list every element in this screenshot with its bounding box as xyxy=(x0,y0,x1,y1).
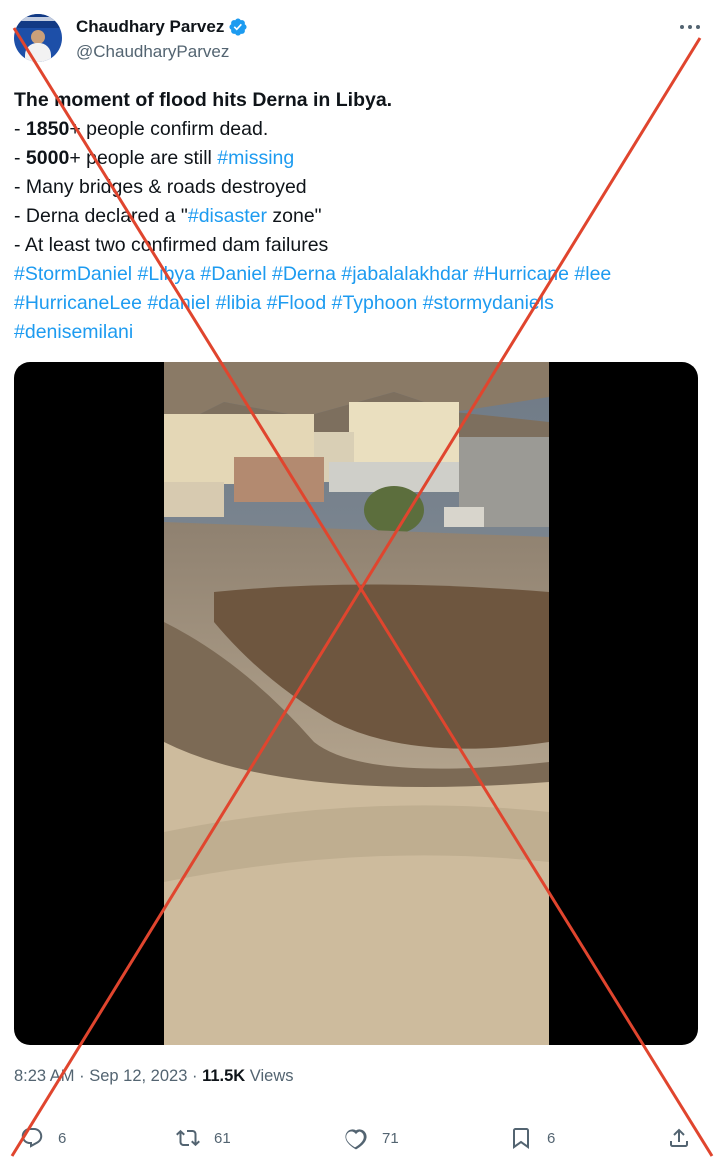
tweet-card: Chaudhary Parvez @ChaudharyParvez The mo… xyxy=(0,0,720,1162)
video-player[interactable] xyxy=(14,362,698,1045)
bookmark-button[interactable]: 6 xyxy=(509,1124,555,1152)
like-count: 71 xyxy=(382,1129,399,1147)
author-handle[interactable]: @ChaudharyParvez xyxy=(76,40,229,64)
hashtags-line-1[interactable]: #StormDaniel #Libya #Daniel #Derna #jaba… xyxy=(14,260,704,289)
views-count: 11.5K xyxy=(202,1067,246,1085)
author-name[interactable]: Chaudhary Parvez xyxy=(76,14,224,40)
reply-button[interactable]: 6 xyxy=(20,1124,66,1152)
views-label: Views xyxy=(245,1067,294,1085)
author-row: Chaudhary Parvez xyxy=(76,14,248,40)
tweet-line-5: - At least two confirmed dam failures xyxy=(14,234,329,256)
tweet-line-1: - 1850+ people confirm dead. xyxy=(14,118,269,140)
tweet-date[interactable]: Sep 12, 2023 xyxy=(89,1067,187,1085)
more-horizontal-icon[interactable] xyxy=(676,16,704,38)
share-icon xyxy=(670,1128,688,1147)
verified-badge-icon xyxy=(229,18,247,36)
tweet-line-2: - 5000+ people are still #missing xyxy=(14,147,295,169)
tweet-line-4: - Derna declared a "#disaster zone" xyxy=(14,205,322,227)
hashtag-link[interactable]: #disaster xyxy=(188,205,267,227)
bookmark-icon xyxy=(513,1128,529,1149)
share-button[interactable] xyxy=(667,1124,691,1152)
reply-count: 6 xyxy=(58,1129,67,1147)
hashtags-line-2[interactable]: #HurricaneLee #daniel #libia #Flood #Typ… xyxy=(14,289,704,318)
hashtags-line-3[interactable]: #denisemilani xyxy=(14,318,704,347)
tweet-meta: 8:23 AM · Sep 12, 2023 · 11.5K Views xyxy=(14,1067,294,1085)
tweet-line-3: - Many bridges & roads destroyed xyxy=(14,176,307,198)
retweet-button[interactable]: 61 xyxy=(176,1124,231,1152)
reply-icon xyxy=(21,1128,43,1148)
video-frame xyxy=(164,362,549,1045)
like-button[interactable]: 71 xyxy=(344,1124,399,1152)
heart-icon xyxy=(345,1129,367,1150)
tweet-title: The moment of flood hits Derna in Libya. xyxy=(14,89,393,111)
tweet-time[interactable]: 8:23 AM xyxy=(14,1067,75,1085)
bookmark-count: 6 xyxy=(547,1129,556,1147)
retweet-icon xyxy=(176,1129,200,1147)
tweet-text: The moment of flood hits Derna in Libya.… xyxy=(14,86,704,347)
retweet-count: 61 xyxy=(214,1129,231,1147)
hashtag-link[interactable]: #missing xyxy=(217,147,294,169)
avatar[interactable] xyxy=(14,14,62,62)
